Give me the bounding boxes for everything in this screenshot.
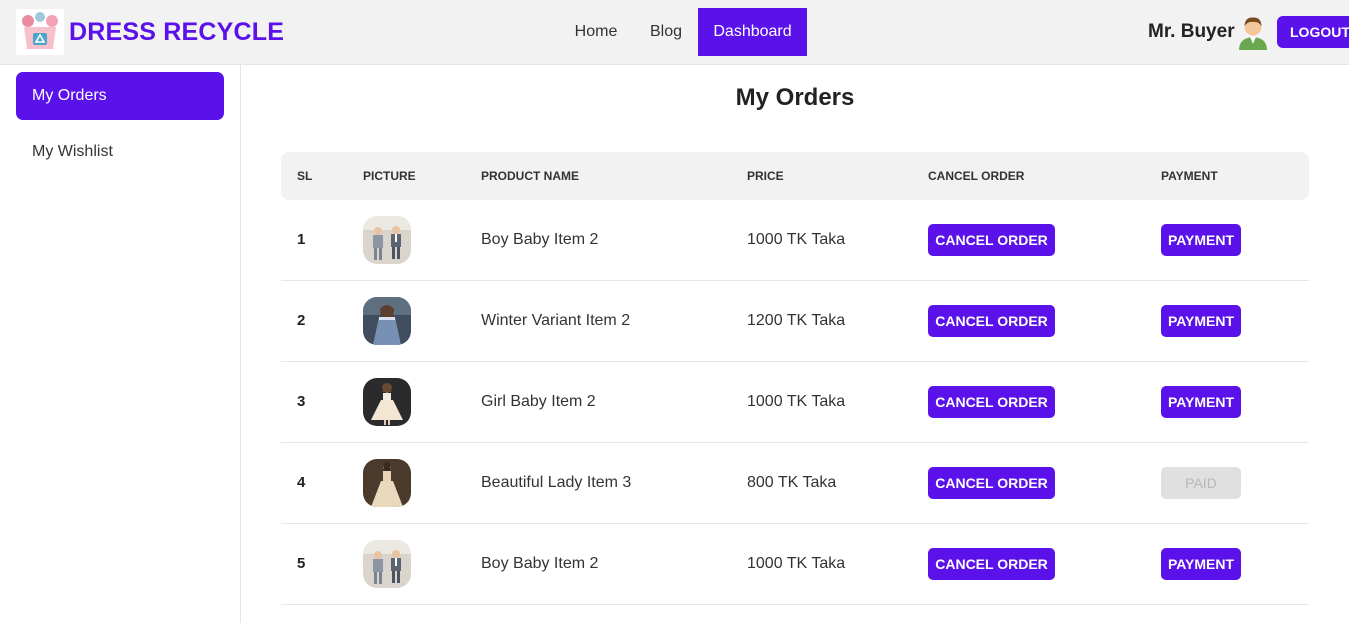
product-thumbnail: [363, 459, 411, 507]
column-header-picture: PICTURE: [363, 169, 416, 183]
product-name: Boy Baby Item 2: [481, 231, 599, 248]
paid-badge: PAID: [1161, 467, 1241, 499]
row-serial: 4: [297, 474, 306, 491]
product-price: 1000 TK Taka: [747, 393, 846, 410]
table-row: 2 Winter Variant Item 2 1200 TK Taka CAN…: [281, 281, 1309, 362]
logout-button[interactable]: LOGOUT: [1277, 16, 1349, 48]
product-name: Beautiful Lady Item 3: [481, 474, 632, 491]
avatar[interactable]: [1236, 14, 1270, 50]
table-row: 4 Beautiful Lady Item 3 800 TK Taka CANC…: [281, 443, 1309, 524]
column-header-cancel-order: CANCEL ORDER: [928, 169, 1025, 183]
payment-button[interactable]: PAYMENT: [1161, 548, 1241, 580]
product-price: 800 TK Taka: [747, 474, 837, 491]
cancel-order-button[interactable]: CANCEL ORDER: [928, 224, 1055, 256]
product-thumbnail: [363, 216, 411, 264]
row-serial: 1: [297, 231, 306, 248]
payment-button[interactable]: PAYMENT: [1161, 224, 1241, 256]
row-serial: 3: [297, 393, 306, 410]
sidebar-item-my-wishlist[interactable]: My Wishlist: [16, 128, 224, 176]
column-header-product-name: PRODUCT NAME: [481, 169, 579, 183]
payment-button[interactable]: PAYMENT: [1161, 305, 1241, 337]
column-header-price: PRICE: [747, 169, 784, 183]
product-price: 1000 TK Taka: [747, 555, 846, 572]
product-name: Girl Baby Item 2: [481, 393, 596, 410]
orders-table: SL PICTURE PRODUCT NAME PRICE CANCEL ORD…: [281, 152, 1309, 605]
brand-name[interactable]: DRESS RECYCLE: [69, 18, 284, 47]
nav-blog-link[interactable]: Blog: [638, 8, 694, 56]
column-header-sl: SL: [297, 169, 313, 183]
cancel-order-button[interactable]: CANCEL ORDER: [928, 467, 1055, 499]
page-title: My Orders: [735, 84, 855, 111]
product-price: 1000 TK Taka: [747, 231, 846, 248]
product-name: Boy Baby Item 2: [481, 555, 599, 572]
cancel-order-button[interactable]: CANCEL ORDER: [928, 305, 1055, 337]
row-serial: 5: [297, 555, 306, 572]
table-row: 5 Boy Baby Item 2 1000 TK Taka CANCEL OR…: [281, 524, 1309, 605]
cancel-order-button[interactable]: CANCEL ORDER: [928, 386, 1055, 418]
cancel-order-button[interactable]: CANCEL ORDER: [928, 548, 1055, 580]
sidebar-item-my-orders[interactable]: My Orders: [16, 72, 224, 120]
product-thumbnail: [363, 540, 411, 588]
column-header-payment: PAYMENT: [1161, 169, 1218, 183]
row-serial: 2: [297, 312, 306, 329]
product-name: Winter Variant Item 2: [481, 312, 631, 329]
sidebar: My Orders My Wishlist: [0, 65, 241, 623]
payment-button[interactable]: PAYMENT: [1161, 386, 1241, 418]
nav-dashboard-link[interactable]: Dashboard: [698, 8, 807, 56]
table-row: 3 Girl Baby Item 2 1000 TK Taka CANCEL O…: [281, 362, 1309, 443]
product-thumbnail: [363, 297, 411, 345]
table-row: 1 Boy Baby Item 2 1000 TK Taka CANCEL OR…: [281, 200, 1309, 281]
product-price: 1200 TK Taka: [747, 312, 846, 329]
navbar: DRESS RECYCLE Home Blog Dashboard Mr. Bu…: [0, 0, 1349, 65]
user-name: Mr. Buyer: [1148, 21, 1235, 42]
product-thumbnail: [363, 378, 411, 426]
brand-logo[interactable]: [16, 9, 64, 55]
nav-home-link[interactable]: Home: [562, 8, 630, 56]
table-header: SL PICTURE PRODUCT NAME PRICE CANCEL ORD…: [281, 152, 1309, 200]
